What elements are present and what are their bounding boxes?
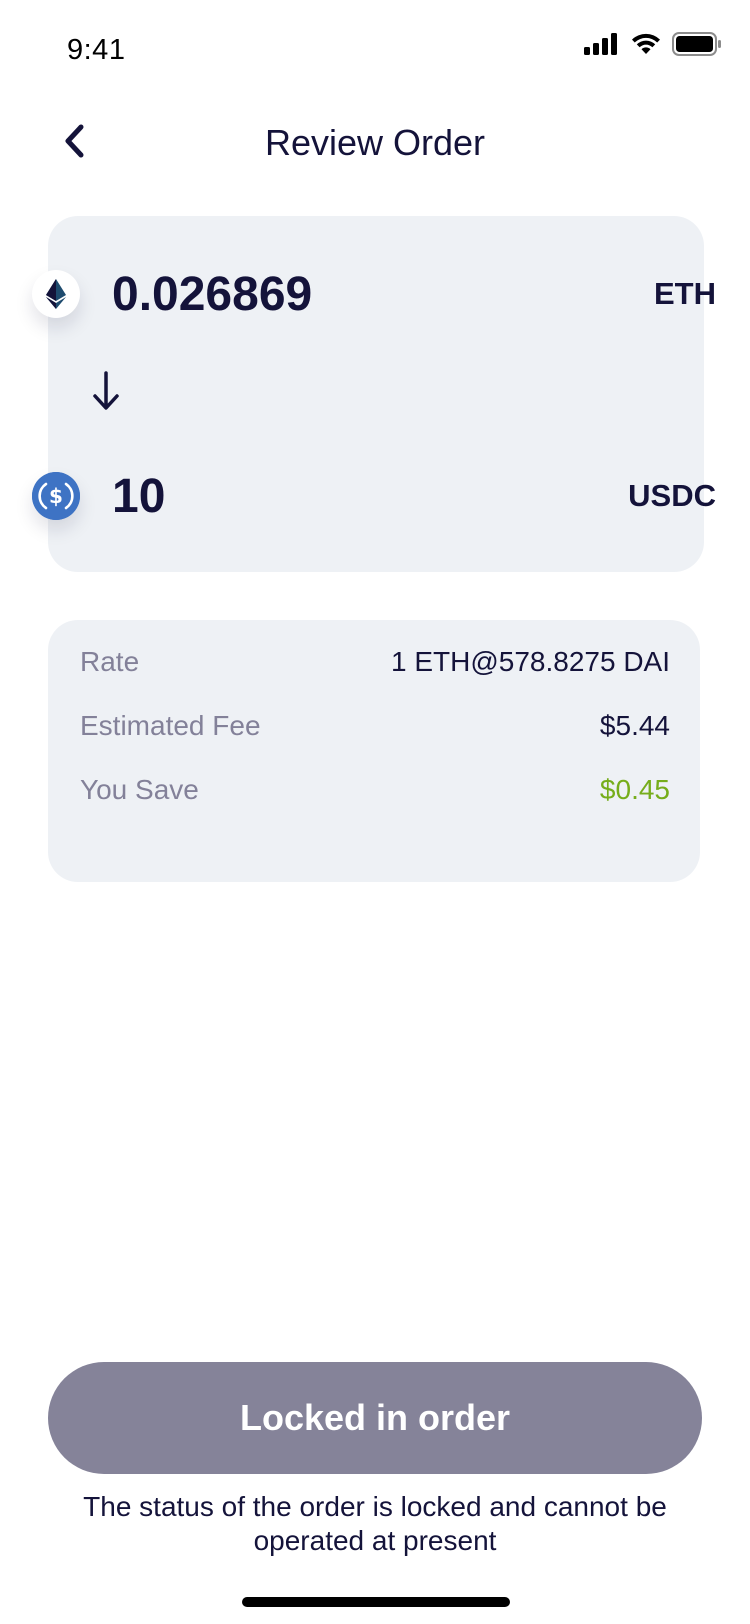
to-amount: 10 (112, 469, 166, 523)
fee-value: $5.44 (599, 710, 670, 741)
nav-bar: Review Order (0, 110, 750, 180)
savings-label: You Save (80, 774, 199, 805)
fee-row: Estimated Fee $5.44 (80, 706, 670, 746)
rate-value: 1 ETH@578.8275 DAI (390, 646, 670, 677)
home-indicator[interactable] (242, 1597, 510, 1607)
to-symbol: USDC (628, 478, 716, 513)
page-title: Review Order (264, 122, 486, 163)
battery-icon (672, 32, 722, 61)
to-coin-row: $ 10 USDC (32, 456, 716, 536)
eth-icon (32, 270, 80, 318)
usdc-icon: $ (32, 472, 80, 520)
from-amount: 0.026869 (112, 267, 313, 321)
status-icons (584, 32, 722, 61)
locked-in-order-button[interactable]: Locked in order (48, 1362, 702, 1474)
locked-status-note: The status of the order is locked and ca… (83, 1491, 667, 1556)
svg-text:$: $ (49, 484, 63, 508)
status-time: 9:41 (67, 34, 126, 66)
savings-value: $0.45 (599, 774, 670, 805)
signal-icon (584, 32, 620, 61)
from-symbol: ETH (654, 276, 716, 311)
rate-label: Rate (80, 646, 140, 677)
from-coin-row: 0.026869 ETH (32, 254, 716, 334)
arrow-down-icon (86, 370, 126, 414)
fee-label: Estimated Fee (80, 710, 261, 741)
wifi-icon (630, 32, 662, 61)
rate-row: Rate 1 ETH@578.8275 DAI (80, 642, 670, 682)
savings-row: You Save $0.45 (80, 770, 670, 810)
status-bar: 9:41 (0, 0, 750, 96)
